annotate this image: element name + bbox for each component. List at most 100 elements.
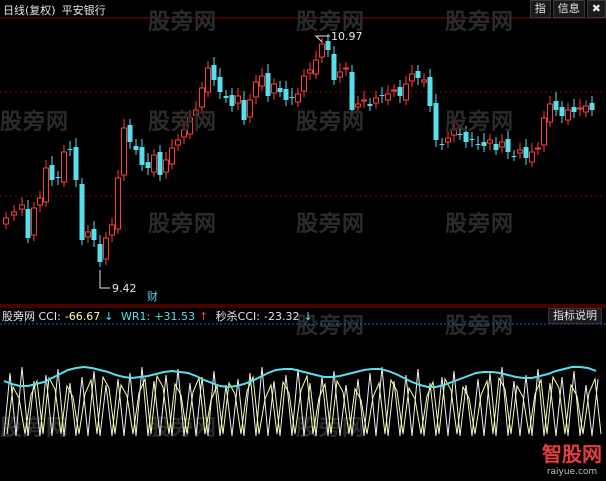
- candle-down: [55, 177, 61, 178]
- candle-down: [91, 229, 97, 240]
- wr-label: WR1:: [121, 310, 151, 323]
- watermark: 股旁网: [148, 110, 218, 135]
- restore-icon[interactable]: ✖: [586, 0, 606, 18]
- candle-down: [331, 54, 337, 80]
- candle-down: [469, 139, 475, 140]
- watermark: 股旁网: [296, 212, 366, 237]
- candle-down: [211, 65, 217, 80]
- watermark: 股旁网: [445, 10, 515, 35]
- cci-value: -66.67: [64, 310, 101, 323]
- candle-down: [73, 147, 79, 180]
- candle-down: [397, 87, 403, 96]
- candle-up: [343, 67, 349, 70]
- candle-down: [133, 146, 139, 150]
- candle-up: [103, 237, 109, 260]
- candle-up: [391, 89, 397, 92]
- candle-up: [205, 67, 211, 93]
- low-price-label: 9.42: [112, 282, 137, 295]
- candle-up: [385, 93, 391, 101]
- indicator-legend: 股旁网 CCI: -66.67 ↓ WR1: +31.53 ↑ 秒杀CCI: -23.32…: [2, 308, 317, 324]
- watermark: 股旁网: [0, 110, 70, 135]
- indicator-chart[interactable]: [0, 306, 606, 481]
- candle-down: [127, 125, 133, 142]
- down-arrow-icon: ↓: [303, 310, 313, 323]
- ms-cci-line: [6, 374, 602, 435]
- candle-up: [31, 207, 37, 236]
- candle-down: [493, 144, 499, 150]
- candle-up: [361, 99, 367, 102]
- candle-up: [43, 167, 49, 203]
- candle-down: [427, 77, 433, 106]
- wr-value: +31.53: [154, 310, 195, 323]
- indicator-button[interactable]: 指: [529, 0, 551, 18]
- candle-down: [157, 152, 163, 175]
- candle-down: [241, 100, 247, 120]
- candle-down: [49, 165, 55, 180]
- ms-value: -23.32: [263, 310, 300, 323]
- candle-down: [223, 96, 229, 98]
- low-marker-line: [99, 270, 110, 289]
- candle-up: [295, 93, 301, 103]
- watermark: 股旁网: [445, 212, 515, 237]
- candle-down: [217, 77, 223, 92]
- candle-up: [11, 211, 17, 216]
- info-button[interactable]: 信息: [552, 0, 585, 18]
- stock-name: 平安银行: [61, 4, 106, 17]
- candle-up: [337, 71, 343, 78]
- indicator-panel[interactable]: 股旁网 CCI: -66.67 ↓ WR1: +31.53 ↑ 秒杀CCI: -23.32…: [0, 306, 606, 481]
- candle-up: [319, 43, 325, 58]
- candle-up: [301, 75, 307, 92]
- candle-down: [367, 104, 373, 106]
- logo-name: 智股网: [542, 442, 602, 466]
- candle-down: [571, 107, 577, 112]
- candle-up: [421, 79, 427, 83]
- watermark: 股旁网: [296, 110, 366, 135]
- period-label: 日线(复权): [3, 4, 56, 17]
- candle-up: [19, 204, 25, 210]
- main-chart-panel[interactable]: 10.97 9.42 日线(复权) 平安银行 指 信息 ✖ 财: [0, 0, 606, 306]
- candle-up: [577, 107, 583, 110]
- candle-down: [67, 149, 73, 150]
- candle-down: [553, 101, 559, 110]
- candle-up: [271, 83, 277, 94]
- candle-down: [589, 103, 595, 110]
- candle-down: [505, 139, 511, 152]
- watermark: 股旁网: [445, 110, 515, 135]
- candle-down: [475, 144, 481, 145]
- site-logo: 智股网 raiyue.com: [542, 438, 602, 477]
- finance-marker[interactable]: 财: [147, 288, 158, 304]
- candle-down: [325, 41, 331, 50]
- indicator-help-button[interactable]: 指标说明: [548, 308, 602, 324]
- candle-up: [247, 99, 253, 118]
- candle-down: [79, 184, 85, 240]
- candle-up: [547, 103, 553, 123]
- candle-up: [61, 151, 67, 183]
- chart-title: 日线(复权) 平安银行: [3, 2, 106, 18]
- watermark: 股旁网: [148, 212, 218, 237]
- candle-up: [151, 154, 157, 173]
- candle-down: [511, 156, 517, 157]
- candle-down: [415, 71, 421, 78]
- candle-up: [169, 147, 175, 165]
- candle-up: [253, 81, 259, 98]
- candle-down: [289, 97, 295, 98]
- candle-up: [565, 109, 571, 121]
- candle-up: [121, 127, 127, 176]
- candle-up: [115, 177, 121, 230]
- candle-up: [487, 139, 493, 144]
- candle-down: [265, 73, 271, 96]
- candle-down: [481, 142, 487, 146]
- candle-down: [433, 103, 439, 140]
- candle-down: [379, 95, 385, 96]
- candle-up: [163, 159, 169, 173]
- watermark: 股旁网: [148, 10, 218, 35]
- candle-up: [259, 75, 265, 87]
- candle-down: [145, 162, 151, 168]
- candle-up: [499, 141, 505, 148]
- candle-up: [3, 217, 9, 225]
- candle-up: [409, 73, 415, 82]
- candle-up: [313, 59, 319, 75]
- candle-up: [535, 147, 541, 150]
- candle-up: [445, 137, 451, 143]
- candlestick-chart[interactable]: 10.979.42: [0, 0, 606, 306]
